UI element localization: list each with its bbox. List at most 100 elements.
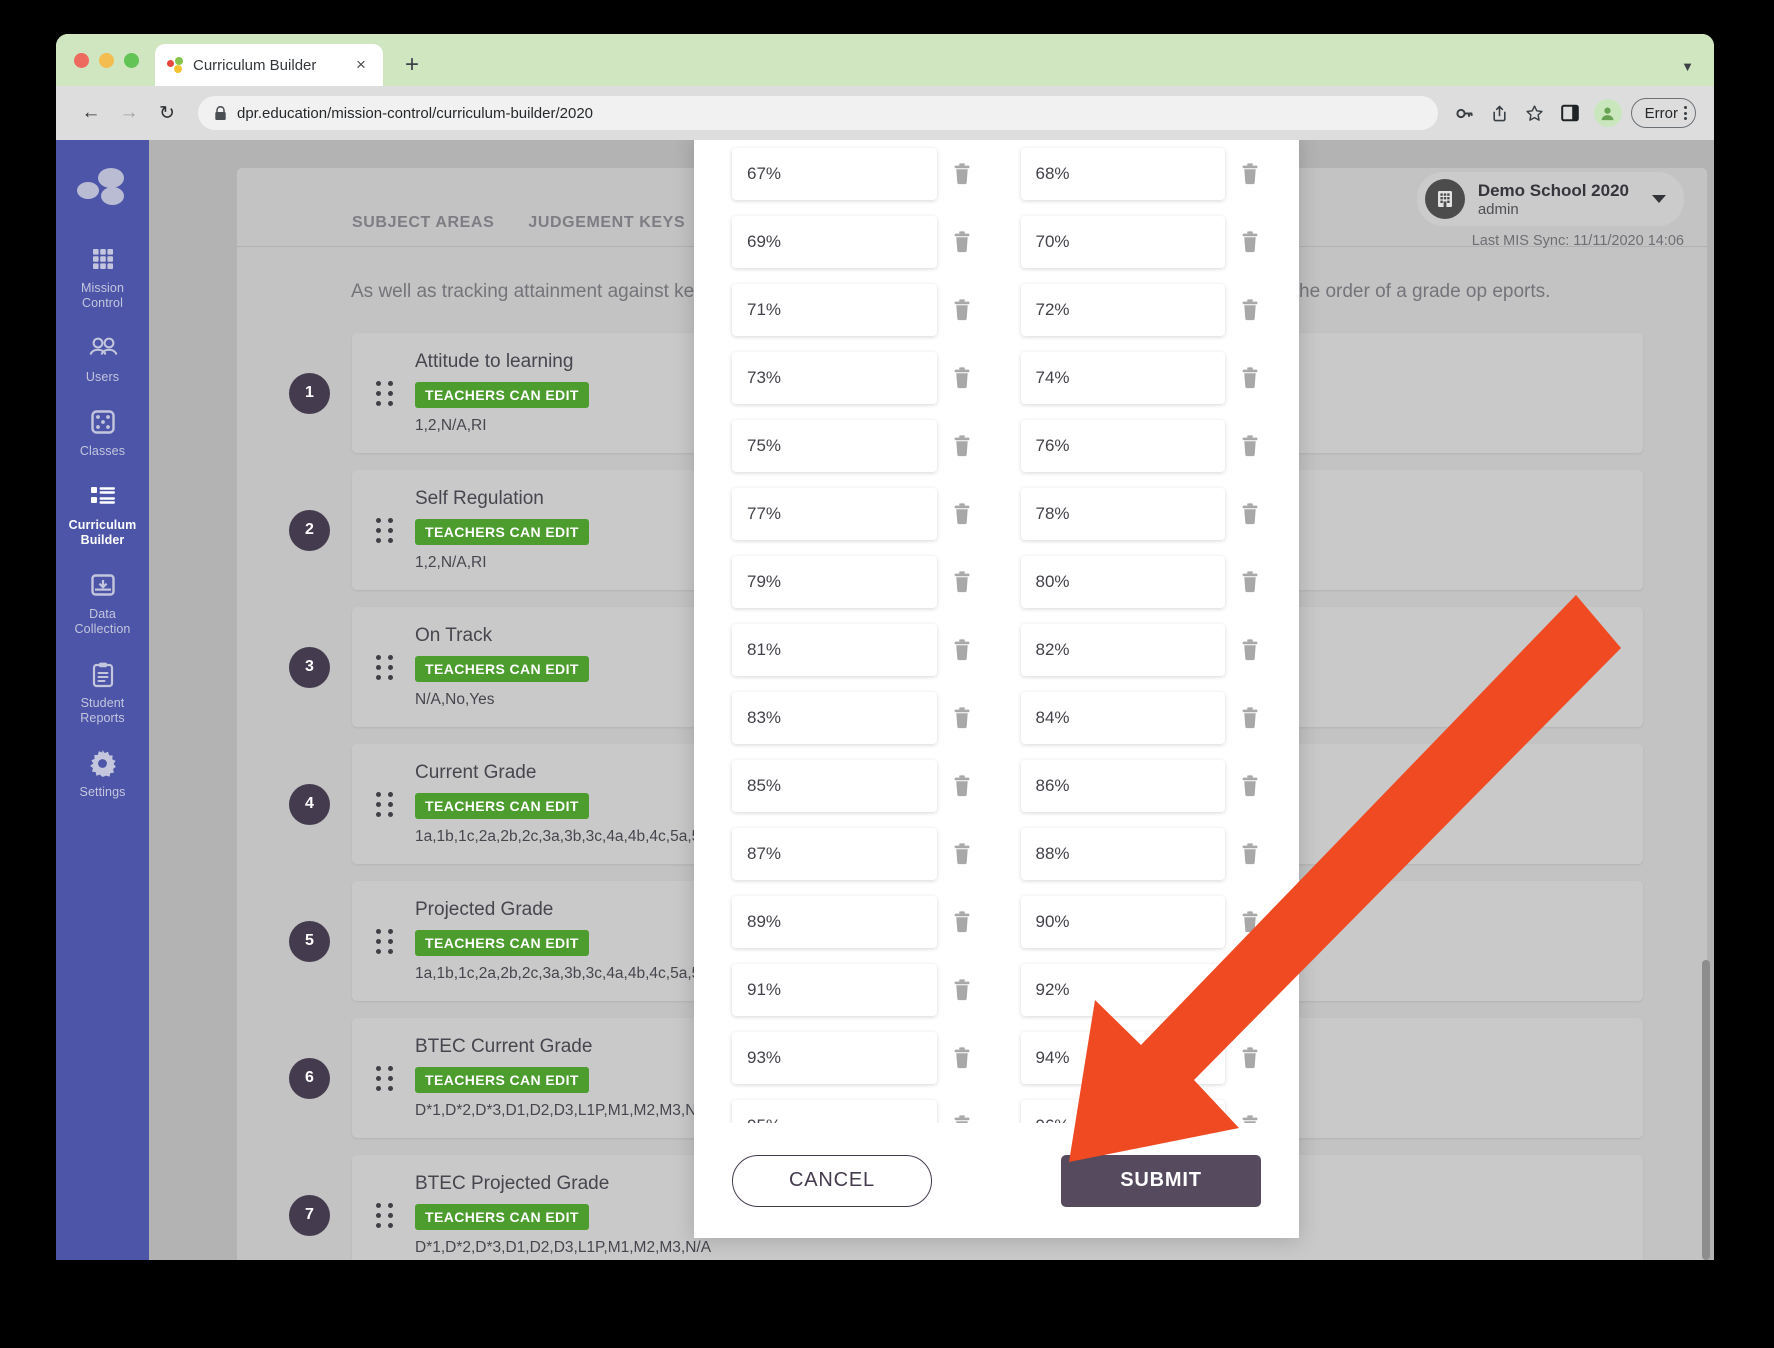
grade-value-input[interactable]: 93% bbox=[732, 1032, 937, 1084]
page-scrollbar[interactable] bbox=[1702, 960, 1710, 1260]
submit-button[interactable]: SUBMIT bbox=[1061, 1154, 1261, 1207]
trash-icon[interactable] bbox=[1239, 638, 1261, 662]
grade-value-input[interactable]: 71% bbox=[732, 284, 937, 336]
sidebar-item-student-reports[interactable]: Student Reports bbox=[56, 647, 149, 736]
grade-value-input[interactable]: 72% bbox=[1020, 284, 1225, 336]
trash-icon[interactable] bbox=[1239, 298, 1261, 322]
drag-handle-icon[interactable] bbox=[376, 1065, 393, 1091]
trash-icon[interactable] bbox=[951, 570, 973, 594]
trash-icon[interactable] bbox=[1239, 162, 1261, 186]
trash-icon[interactable] bbox=[1239, 774, 1261, 798]
reload-button[interactable]: ↻ bbox=[150, 96, 184, 130]
cancel-button[interactable]: CANCEL bbox=[732, 1154, 932, 1207]
profile-error-chip[interactable]: Error bbox=[1630, 98, 1696, 128]
new-tab-button[interactable]: + bbox=[395, 48, 429, 82]
close-window-button[interactable] bbox=[74, 52, 89, 68]
grade-value-input[interactable]: 75% bbox=[732, 420, 937, 472]
trash-icon[interactable] bbox=[951, 162, 973, 186]
avatar[interactable] bbox=[1593, 99, 1622, 127]
browser-tab[interactable]: Curriculum Builder × bbox=[155, 44, 383, 86]
trash-icon[interactable] bbox=[1239, 570, 1261, 594]
sidebar-item-data-collection[interactable]: Data Collection bbox=[56, 558, 149, 647]
grade-value-input[interactable]: 80% bbox=[1020, 556, 1225, 608]
drag-handle-icon[interactable] bbox=[376, 654, 393, 680]
drag-handle-icon[interactable] bbox=[376, 380, 393, 406]
share-icon[interactable] bbox=[1485, 98, 1515, 128]
trash-icon[interactable] bbox=[1239, 366, 1261, 390]
trash-icon[interactable] bbox=[1239, 842, 1261, 866]
grade-value-input[interactable]: 89% bbox=[732, 896, 937, 948]
drag-handle-icon[interactable] bbox=[376, 1202, 393, 1228]
trash-icon[interactable] bbox=[951, 978, 973, 1002]
grade-value-input[interactable]: 94% bbox=[1020, 1032, 1225, 1084]
drag-handle-icon[interactable] bbox=[376, 928, 393, 954]
grade-value-input[interactable]: 87% bbox=[732, 828, 937, 880]
trash-icon[interactable] bbox=[951, 298, 973, 322]
grade-value-input[interactable]: 95% bbox=[732, 1100, 937, 1123]
tab-judgement-keys[interactable]: JUDGEMENT KEYS bbox=[528, 214, 685, 246]
trash-icon[interactable] bbox=[951, 1046, 973, 1070]
trash-icon[interactable] bbox=[951, 502, 973, 526]
sidebar-item-users[interactable]: Users bbox=[56, 321, 149, 395]
maximize-window-button[interactable] bbox=[124, 52, 139, 68]
grade-value-input[interactable]: 78% bbox=[1020, 488, 1225, 540]
trash-icon[interactable] bbox=[951, 638, 973, 662]
trash-icon[interactable] bbox=[951, 774, 973, 798]
trash-icon[interactable] bbox=[1239, 978, 1261, 1002]
trash-icon[interactable] bbox=[951, 1114, 973, 1123]
grade-value-input[interactable]: 82% bbox=[1020, 624, 1225, 676]
trash-icon[interactable] bbox=[951, 434, 973, 458]
chevron-down-icon[interactable] bbox=[1652, 195, 1666, 203]
grade-value-input[interactable]: 86% bbox=[1020, 760, 1225, 812]
kebab-menu-icon[interactable] bbox=[1684, 106, 1687, 120]
grade-value-input[interactable]: 68% bbox=[1020, 148, 1225, 200]
trash-icon[interactable] bbox=[951, 366, 973, 390]
trash-icon[interactable] bbox=[1239, 434, 1261, 458]
drag-handle-icon[interactable] bbox=[376, 791, 393, 817]
trash-icon[interactable] bbox=[951, 910, 973, 934]
trash-icon[interactable] bbox=[1239, 502, 1261, 526]
grade-value-input[interactable]: 85% bbox=[732, 760, 937, 812]
tab-subject-areas[interactable]: SUBJECT AREAS bbox=[352, 214, 494, 246]
star-icon[interactable] bbox=[1520, 98, 1550, 128]
forward-button[interactable]: → bbox=[112, 96, 146, 130]
trash-icon[interactable] bbox=[1239, 1046, 1261, 1070]
school-chip[interactable]: Demo School 2020 admin bbox=[1416, 172, 1684, 226]
sidebar-item-settings[interactable]: Settings bbox=[56, 736, 149, 810]
grade-value-input[interactable]: 83% bbox=[732, 692, 937, 744]
minimize-window-button[interactable] bbox=[99, 52, 114, 68]
trash-icon[interactable] bbox=[951, 706, 973, 730]
grade-value-input[interactable]: 70% bbox=[1020, 216, 1225, 268]
grade-value-input[interactable]: 81% bbox=[732, 624, 937, 676]
sidebar-item-mission-control[interactable]: Mission Control bbox=[56, 232, 149, 321]
trash-icon[interactable] bbox=[951, 230, 973, 254]
back-button[interactable]: ← bbox=[74, 96, 108, 130]
grade-value-input[interactable]: 77% bbox=[732, 488, 937, 540]
grade-value-input[interactable]: 67% bbox=[732, 148, 937, 200]
address-input[interactable]: dpr.education/mission-control/curriculum… bbox=[198, 96, 1438, 130]
trash-icon[interactable] bbox=[1239, 230, 1261, 254]
sidebar-item-classes[interactable]: Classes bbox=[56, 395, 149, 469]
grade-value-input[interactable]: 96% bbox=[1020, 1100, 1225, 1123]
side-panel-icon[interactable] bbox=[1555, 98, 1585, 128]
grade-value-input[interactable]: 79% bbox=[732, 556, 937, 608]
grade-value-input[interactable]: 88% bbox=[1020, 828, 1225, 880]
close-icon[interactable]: × bbox=[351, 55, 371, 75]
sidebar-item-curriculum-builder[interactable]: Curriculum Builder bbox=[56, 469, 149, 558]
trash-icon[interactable] bbox=[1239, 706, 1261, 730]
grade-value-input[interactable]: 90% bbox=[1020, 896, 1225, 948]
drag-handle-icon[interactable] bbox=[376, 517, 393, 543]
modal-scroll-area[interactable]: 67% 68% 69% 70% 71% 72% 73% 74% 75% 76% 77% 78% 79% 8… bbox=[694, 140, 1299, 1123]
grade-value-input[interactable]: 74% bbox=[1020, 352, 1225, 404]
trash-icon[interactable] bbox=[1239, 1114, 1261, 1123]
grade-value-input[interactable]: 76% bbox=[1020, 420, 1225, 472]
grade-value-input[interactable]: 92% bbox=[1020, 964, 1225, 1016]
grade-value-input[interactable]: 91% bbox=[732, 964, 937, 1016]
trash-icon[interactable] bbox=[951, 842, 973, 866]
key-icon[interactable] bbox=[1450, 98, 1480, 128]
grade-value-input[interactable]: 84% bbox=[1020, 692, 1225, 744]
trash-icon[interactable] bbox=[1239, 910, 1261, 934]
chevron-down-icon[interactable]: ▼ bbox=[1681, 59, 1694, 74]
grade-value-input[interactable]: 73% bbox=[732, 352, 937, 404]
grade-value-input[interactable]: 69% bbox=[732, 216, 937, 268]
